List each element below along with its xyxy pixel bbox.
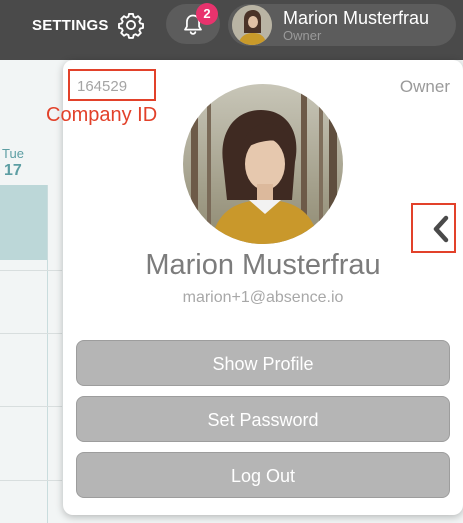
user-menu-role: Owner — [283, 28, 322, 43]
calendar-grid-line — [0, 333, 62, 334]
set-password-button[interactable]: Set Password — [76, 396, 450, 442]
calendar-day-of-week: Tue — [2, 146, 24, 161]
chevron-highlight-box — [411, 203, 456, 253]
profile-avatar — [183, 84, 343, 244]
user-avatar-thumbnail — [232, 5, 272, 45]
calendar-grid-line — [0, 480, 62, 481]
profile-email: marion+1@absence.io — [182, 289, 344, 306]
calendar-highlight-band — [0, 185, 48, 260]
app-window: Tue 17 SETTINGS 2 Marion Musterfrau Owne… — [0, 0, 463, 523]
calendar-day-number: 17 — [4, 162, 22, 179]
settings-button[interactable]: SETTINGS — [32, 10, 145, 40]
show-profile-button[interactable]: Show Profile — [76, 340, 450, 386]
company-id-highlight-box — [68, 69, 156, 101]
calendar-grid-line — [0, 406, 62, 407]
user-menu-button[interactable]: Marion Musterfrau Owner — [228, 4, 456, 46]
profile-dropdown-panel: 164529 Owner Marion Musterfrau marion+1@… — [63, 60, 463, 515]
dropdown-caret — [390, 108, 414, 132]
calendar-grid-line — [0, 270, 62, 271]
notification-count-badge: 2 — [196, 3, 218, 25]
user-menu-name: Marion Musterfrau — [283, 8, 430, 28]
company-id-annotation-label: Company ID — [46, 104, 158, 126]
profile-name: Marion Musterfrau — [145, 249, 381, 281]
profile-role: Owner — [399, 77, 450, 96]
top-navigation-bar: SETTINGS 2 Marion Musterfrau Owner — [0, 0, 463, 60]
calendar-grid-line — [47, 185, 48, 523]
log-out-button[interactable]: Log Out — [76, 452, 450, 498]
gear-icon — [117, 12, 144, 39]
settings-label: SETTINGS — [32, 16, 109, 34]
